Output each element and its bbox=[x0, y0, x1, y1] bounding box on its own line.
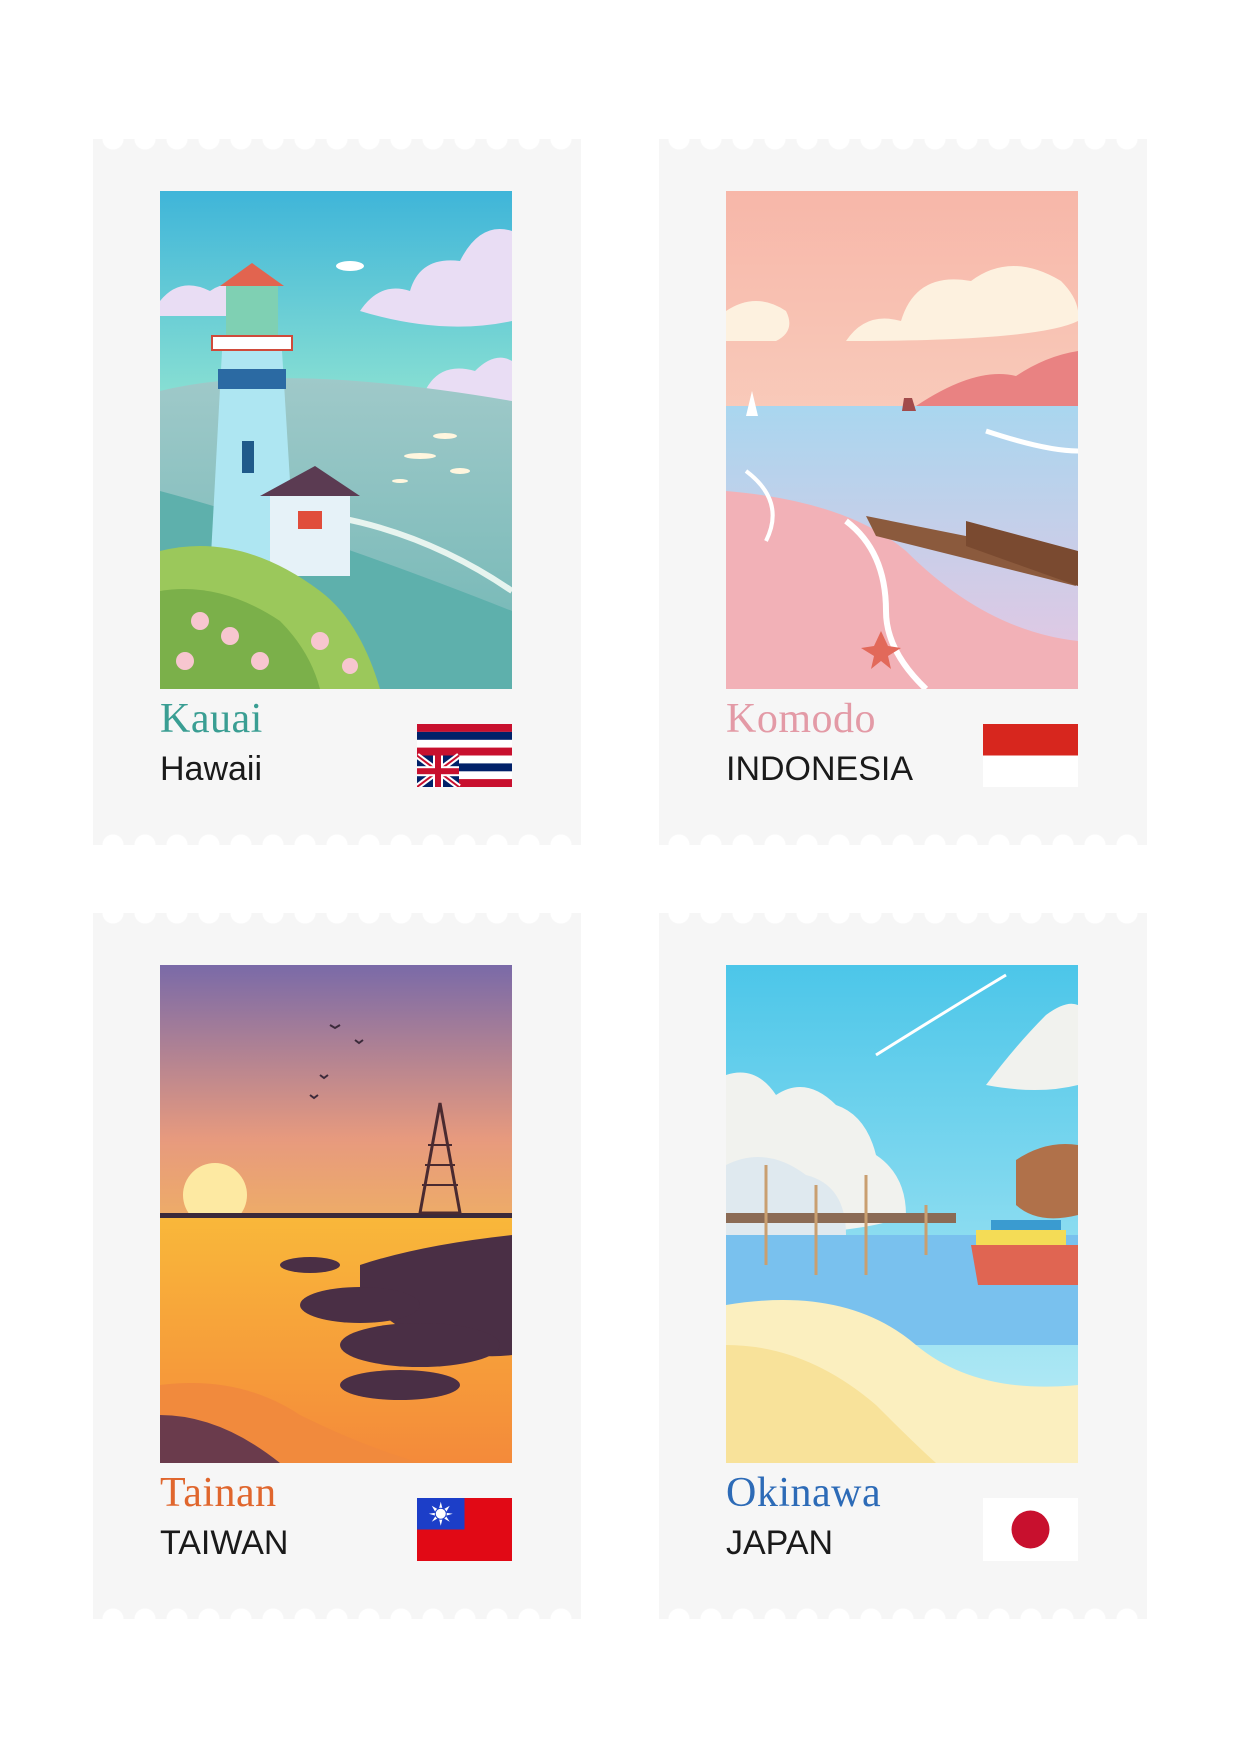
pier-illustration bbox=[726, 965, 1078, 1463]
stamp-okinawa: Okinawa JAPAN bbox=[659, 913, 1147, 1619]
japan-flag-icon bbox=[983, 1498, 1078, 1561]
region-name: Hawaii bbox=[160, 750, 263, 788]
city-name: Tainan bbox=[160, 1470, 277, 1516]
stamp-tainan: Tainan TAIWAN bbox=[93, 913, 581, 1619]
region-name: INDONESIA bbox=[726, 750, 914, 788]
city-name: Kauai bbox=[160, 696, 263, 742]
indonesia-flag-icon bbox=[983, 724, 1078, 787]
region-name: TAIWAN bbox=[160, 1524, 289, 1562]
lighthouse-illustration bbox=[160, 191, 512, 689]
taiwan-flag-icon bbox=[417, 1498, 512, 1561]
city-name: Okinawa bbox=[726, 1470, 882, 1516]
city-name: Komodo bbox=[726, 696, 876, 742]
stamp-komodo: Komodo INDONESIA bbox=[659, 139, 1147, 845]
sunset-illustration bbox=[160, 965, 512, 1463]
region-name: JAPAN bbox=[726, 1524, 834, 1562]
hawaii-flag-icon bbox=[417, 724, 512, 787]
beach-illustration bbox=[726, 191, 1078, 689]
stamp-kauai: Kauai Hawaii bbox=[93, 139, 581, 845]
